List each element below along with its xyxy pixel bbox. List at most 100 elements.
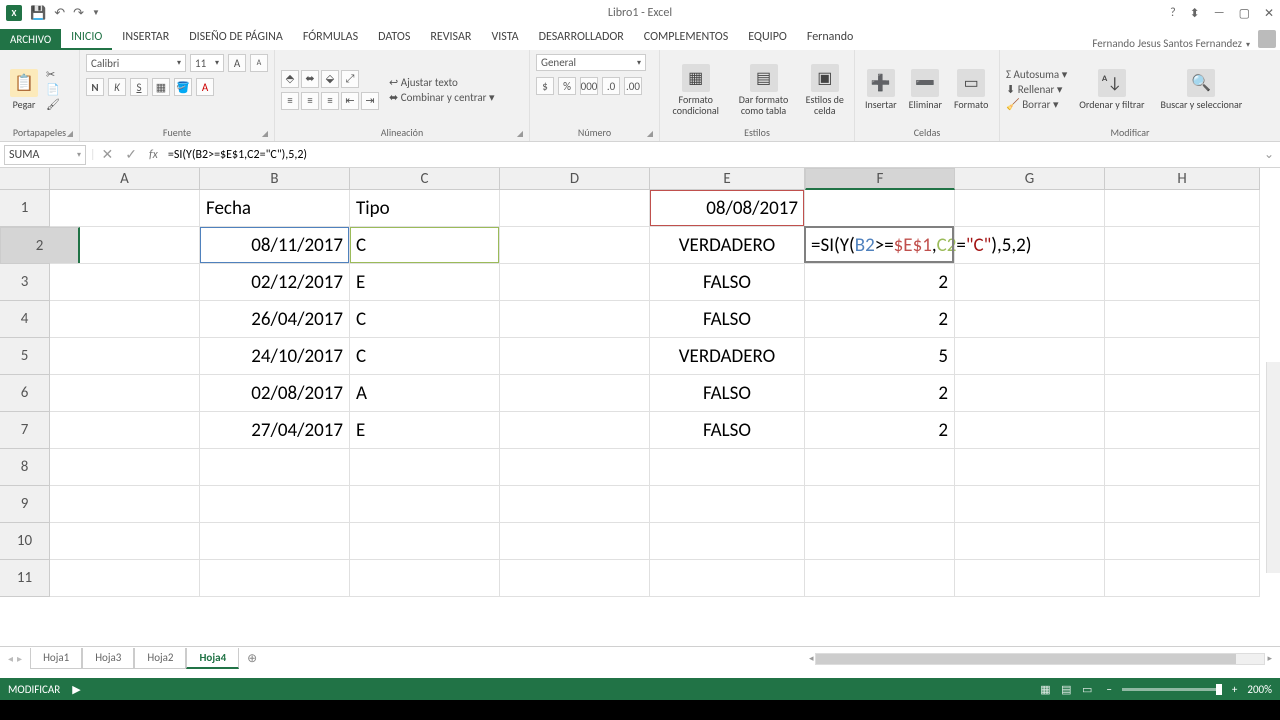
cell-C4[interactable]: C: [350, 301, 500, 338]
cell-H6[interactable]: [1105, 375, 1260, 412]
cell-F6[interactable]: 2: [805, 375, 955, 412]
cell-G5[interactable]: [955, 338, 1105, 375]
row-header-4[interactable]: 4: [0, 301, 50, 338]
row-header-10[interactable]: 10: [0, 523, 50, 560]
cell-A4[interactable]: [50, 301, 200, 338]
spreadsheet-grid[interactable]: ABCDEFGH 1234567891011 FechaTipo08/08/20…: [0, 168, 1280, 628]
expand-formula-bar-icon[interactable]: ⌄: [1258, 147, 1280, 162]
font-color-icon[interactable]: A: [196, 78, 214, 96]
underline-button[interactable]: S: [130, 78, 148, 96]
cell-F11[interactable]: [805, 560, 955, 597]
cell-C8[interactable]: [350, 449, 500, 486]
zoom-level[interactable]: 200%: [1247, 683, 1272, 696]
cell-G9[interactable]: [955, 486, 1105, 523]
cell-E11[interactable]: [650, 560, 805, 597]
cell-C6[interactable]: A: [350, 375, 500, 412]
cell-F8[interactable]: [805, 449, 955, 486]
page-layout-view-icon[interactable]: ▤: [1057, 683, 1075, 696]
cell-H11[interactable]: [1105, 560, 1260, 597]
cell-styles-button[interactable]: ▣Estilos de celda: [802, 64, 848, 116]
sort-filter-button[interactable]: ᴬ↓Ordenar y filtrar: [1075, 69, 1148, 110]
decrease-font-icon[interactable]: A: [250, 54, 268, 72]
cell-A2[interactable]: [50, 227, 200, 264]
cell-A8[interactable]: [50, 449, 200, 486]
cell-D8[interactable]: [500, 449, 650, 486]
page-break-view-icon[interactable]: ▭: [1078, 683, 1096, 696]
sheet-nav-first-icon[interactable]: ◂: [8, 652, 13, 665]
col-header-B[interactable]: B: [200, 168, 350, 190]
delete-cells-button[interactable]: ➖Eliminar: [905, 69, 946, 110]
col-header-H[interactable]: H: [1105, 168, 1260, 190]
cell-E6[interactable]: FALSO: [650, 375, 805, 412]
row-header-7[interactable]: 7: [0, 412, 50, 449]
cell-A1[interactable]: [50, 190, 200, 227]
currency-icon[interactable]: $: [536, 77, 554, 95]
autosum-button[interactable]: Σ Autosuma ▾: [1006, 68, 1067, 81]
cell-D10[interactable]: [500, 523, 650, 560]
row-header-8[interactable]: 8: [0, 449, 50, 486]
cell-A3[interactable]: [50, 264, 200, 301]
zoom-out-icon[interactable]: −: [1106, 683, 1111, 696]
cell-F1[interactable]: [805, 190, 955, 227]
cell-B10[interactable]: [200, 523, 350, 560]
cell-C5[interactable]: C: [350, 338, 500, 375]
vertical-scrollbar[interactable]: [1266, 362, 1280, 573]
dialog-launcher-icon[interactable]: ◢: [647, 129, 653, 139]
cell-H2[interactable]: [1105, 227, 1260, 264]
cell-E4[interactable]: FALSO: [650, 301, 805, 338]
tab-desarrollador[interactable]: DESARROLLADOR: [529, 26, 634, 50]
cell-H5[interactable]: [1105, 338, 1260, 375]
cell-F3[interactable]: 2: [805, 264, 955, 301]
thousands-icon[interactable]: 000: [580, 77, 598, 95]
cell-C1[interactable]: Tipo: [350, 190, 500, 227]
close-icon[interactable]: ✕: [1264, 6, 1274, 21]
undo-icon[interactable]: ↶: [54, 6, 65, 21]
cell-G3[interactable]: [955, 264, 1105, 301]
cell-H1[interactable]: [1105, 190, 1260, 227]
cell-C7[interactable]: E: [350, 412, 500, 449]
sheet-tab-hoja4[interactable]: Hoja4: [186, 648, 239, 669]
font-name-select[interactable]: Calibri▾: [86, 54, 186, 72]
cell-G10[interactable]: [955, 523, 1105, 560]
cell-A6[interactable]: [50, 375, 200, 412]
cell-C10[interactable]: [350, 523, 500, 560]
italic-button[interactable]: K: [108, 78, 126, 96]
tab-equipo[interactable]: EQUIPO: [738, 26, 797, 50]
paste-button[interactable]: 📋 Pegar: [6, 69, 42, 110]
font-size-select[interactable]: 11▾: [190, 54, 224, 72]
clear-button[interactable]: 🧹 Borrar ▾: [1006, 98, 1067, 111]
col-header-F[interactable]: F: [805, 168, 955, 190]
borders-icon[interactable]: ▦: [152, 78, 170, 96]
tab-file[interactable]: ARCHIVO: [0, 29, 61, 50]
help-icon[interactable]: ?: [1170, 6, 1176, 20]
col-header-E[interactable]: E: [650, 168, 805, 190]
increase-font-icon[interactable]: A: [228, 54, 246, 72]
cell-D2[interactable]: [500, 227, 650, 264]
tab-inicio[interactable]: INICIO: [61, 26, 112, 50]
cell-B5[interactable]: 24/10/2017: [200, 338, 350, 375]
cell-D5[interactable]: [500, 338, 650, 375]
cell-E8[interactable]: [650, 449, 805, 486]
cell-G4[interactable]: [955, 301, 1105, 338]
cell-E2[interactable]: VERDADERO: [650, 227, 805, 264]
ribbon-options-icon[interactable]: ⬍: [1190, 6, 1200, 21]
cell-G2[interactable]: [955, 227, 1105, 264]
cell-E3[interactable]: FALSO: [650, 264, 805, 301]
cell-B3[interactable]: 02/12/2017: [200, 264, 350, 301]
confirm-formula-icon[interactable]: ✓: [119, 146, 143, 163]
row-header-9[interactable]: 9: [0, 486, 50, 523]
tab-vista[interactable]: VISTA: [481, 26, 528, 50]
tab-revisar[interactable]: REVISAR: [420, 26, 481, 50]
conditional-format-button[interactable]: ▦Formato condicional: [666, 64, 725, 116]
cell-F10[interactable]: [805, 523, 955, 560]
col-header-D[interactable]: D: [500, 168, 650, 190]
cell-E5[interactable]: VERDADERO: [650, 338, 805, 375]
cell-H4[interactable]: [1105, 301, 1260, 338]
row-header-11[interactable]: 11: [0, 560, 50, 597]
orientation-icon[interactable]: ⤢: [341, 70, 359, 88]
cell-G1[interactable]: [955, 190, 1105, 227]
cell-B4[interactable]: 26/04/2017: [200, 301, 350, 338]
sheet-nav-last-icon[interactable]: ▸: [17, 652, 22, 665]
align-left-icon[interactable]: ≡: [281, 92, 299, 110]
cell-G11[interactable]: [955, 560, 1105, 597]
